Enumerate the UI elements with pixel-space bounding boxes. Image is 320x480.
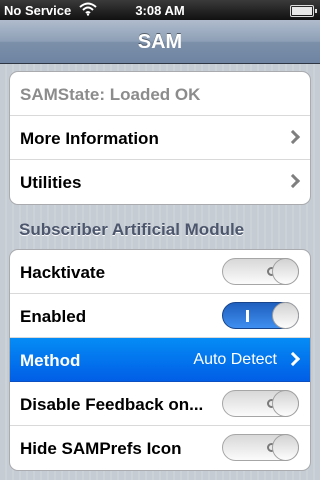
clock: 3:08 AM [135,3,185,18]
switch-knob [272,258,299,285]
method-value: Auto Detect [193,351,277,368]
hacktivate-switch[interactable] [222,258,299,285]
more-information-row[interactable]: More Information [10,116,310,160]
utilities-row[interactable]: Utilities [10,160,310,204]
switch-knob [272,434,299,461]
method-label: Method [20,351,81,370]
hide-icon-switch[interactable] [222,434,299,461]
battery-icon [290,5,317,17]
more-information-label: More Information [20,129,159,148]
enabled-row: Enabled [10,294,310,338]
enabled-label: Enabled [20,307,87,326]
switch-knob [272,390,299,417]
disable-feedback-label: Disable Feedback on... [20,395,204,414]
status-bar: No Service 3:08 AM [0,0,320,20]
sam-state-row: SAMState: Loaded OK [10,72,310,116]
switch-knob [272,302,299,329]
chevron-right-icon [285,129,301,145]
method-row[interactable]: Method Auto Detect [10,338,310,382]
hide-icon-label: Hide SAMPrefs Icon [20,439,182,458]
chevron-right-icon [285,351,301,367]
utilities-label: Utilities [20,173,82,192]
hide-icon-row: Hide SAMPrefs Icon [10,426,310,470]
navigation-bar: SAM [0,20,320,64]
settings-group: Hacktivate Enabled Method Auto Detect Di… [9,249,311,471]
chevron-right-icon [285,173,301,189]
hacktivate-row: Hacktivate [10,250,310,294]
info-group: SAMState: Loaded OK More Information Uti… [9,71,311,205]
disable-feedback-row: Disable Feedback on... [10,382,310,426]
section-header: Subscriber Artificial Module [19,220,245,239]
page-title: SAM [137,31,183,53]
on-mark-icon [246,310,249,322]
sam-state-label: SAMState: Loaded OK [20,85,201,104]
disable-feedback-switch[interactable] [222,390,299,417]
enabled-switch[interactable] [222,302,299,329]
hacktivate-label: Hacktivate [20,263,106,282]
